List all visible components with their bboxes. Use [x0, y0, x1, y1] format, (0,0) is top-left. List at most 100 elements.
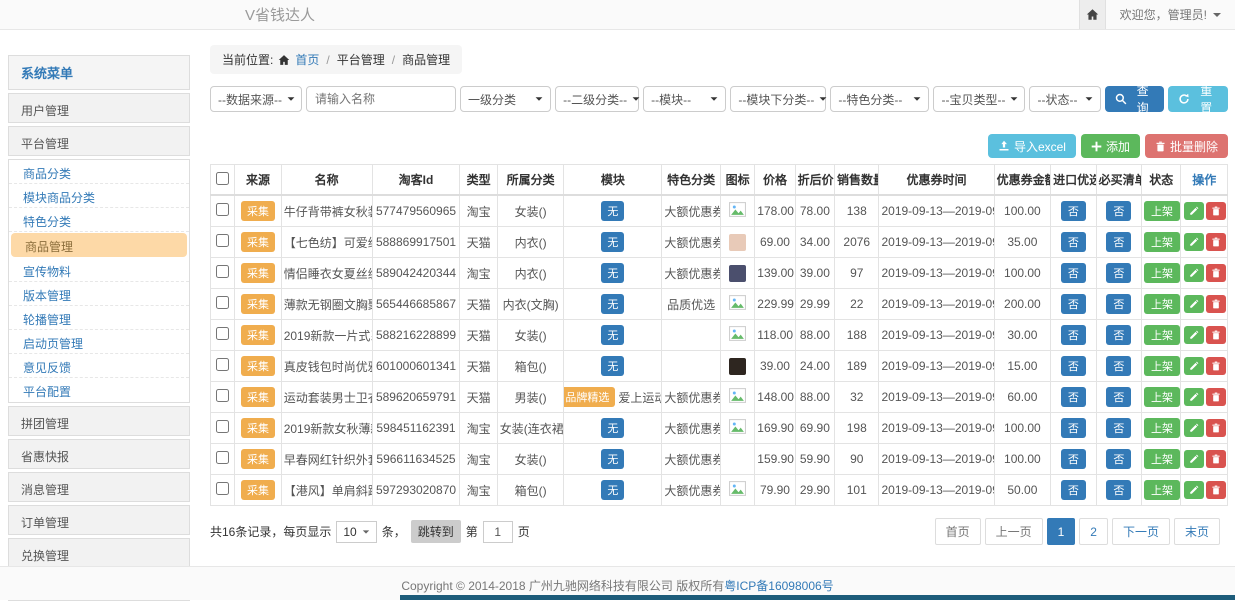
name-input[interactable] — [306, 86, 456, 112]
row-checkbox[interactable] — [216, 482, 229, 495]
sidebar-item-platform-config[interactable]: 平台配置 — [9, 378, 189, 402]
reset-button[interactable]: 重置 — [1168, 86, 1228, 112]
page-2-button[interactable]: 2 — [1079, 518, 1108, 545]
sidebar-item-group-buy-management[interactable]: 拼团管理 — [8, 406, 190, 436]
edit-button[interactable] — [1184, 202, 1204, 220]
row-checkbox[interactable] — [216, 203, 229, 216]
status-toggle[interactable]: 上架 — [1144, 449, 1180, 469]
import-select-toggle[interactable]: 否 — [1061, 449, 1086, 469]
level1-category-select[interactable]: 一级分类 — [460, 86, 551, 112]
module-select[interactable]: --模块-- — [643, 86, 726, 112]
sidebar-item-splash-page-management[interactable]: 启动页管理 — [9, 330, 189, 354]
import-excel-button[interactable]: 导入excel — [988, 134, 1076, 158]
import-select-toggle[interactable]: 否 — [1061, 418, 1086, 438]
search-button[interactable]: 查询 — [1105, 86, 1165, 112]
row-checkbox[interactable] — [216, 389, 229, 402]
edit-button[interactable] — [1184, 450, 1204, 468]
status-toggle[interactable]: 上架 — [1144, 325, 1180, 345]
import-select-toggle[interactable]: 否 — [1061, 294, 1086, 314]
import-select-toggle[interactable]: 否 — [1061, 201, 1086, 221]
edit-button[interactable] — [1184, 233, 1204, 251]
status-toggle[interactable]: 上架 — [1144, 418, 1180, 438]
delete-button[interactable] — [1206, 419, 1226, 437]
row-checkbox[interactable] — [216, 234, 229, 247]
prev-page-button[interactable]: 上一页 — [985, 518, 1043, 545]
edit-button[interactable] — [1184, 326, 1204, 344]
page-1-button[interactable]: 1 — [1047, 518, 1076, 545]
row-checkbox[interactable] — [216, 358, 229, 371]
import-select-toggle[interactable]: 否 — [1061, 325, 1086, 345]
sidebar-item-product-management[interactable]: 商品管理 — [11, 233, 187, 257]
row-checkbox[interactable] — [216, 451, 229, 464]
breadcrumb-home-link[interactable]: 首页 — [295, 51, 319, 68]
must-buy-toggle[interactable]: 否 — [1106, 387, 1131, 407]
sidebar-item-savings-news[interactable]: 省惠快报 — [8, 439, 190, 469]
status-toggle[interactable]: 上架 — [1144, 263, 1180, 283]
delete-button[interactable] — [1206, 202, 1226, 220]
must-buy-toggle[interactable]: 否 — [1106, 263, 1131, 283]
edit-button[interactable] — [1184, 295, 1204, 313]
select-all-checkbox[interactable] — [216, 172, 229, 185]
row-checkbox[interactable] — [216, 265, 229, 278]
next-page-button[interactable]: 下一页 — [1112, 518, 1170, 545]
row-checkbox[interactable] — [216, 327, 229, 340]
first-page-button[interactable]: 首页 — [935, 518, 981, 545]
import-select-toggle[interactable]: 否 — [1061, 387, 1086, 407]
add-button[interactable]: 添加 — [1081, 134, 1140, 158]
delete-button[interactable] — [1206, 264, 1226, 282]
page-number-input[interactable] — [483, 521, 513, 543]
edit-button[interactable] — [1184, 264, 1204, 282]
last-page-button[interactable]: 末页 — [1174, 518, 1220, 545]
delete-button[interactable] — [1206, 481, 1226, 499]
sidebar-item-version-management[interactable]: 版本管理 — [9, 282, 189, 306]
sidebar-item-platform-management[interactable]: 平台管理 — [8, 126, 190, 156]
status-toggle[interactable]: 上架 — [1144, 294, 1180, 314]
must-buy-toggle[interactable]: 否 — [1106, 418, 1131, 438]
sidebar-item-carousel-management[interactable]: 轮播管理 — [9, 306, 189, 330]
delete-button[interactable] — [1206, 326, 1226, 344]
status-toggle[interactable]: 上架 — [1144, 356, 1180, 376]
must-buy-toggle[interactable]: 否 — [1106, 325, 1131, 345]
import-select-toggle[interactable]: 否 — [1061, 263, 1086, 283]
import-select-toggle[interactable]: 否 — [1061, 480, 1086, 500]
sidebar-item-promo-materials[interactable]: 宣传物料 — [9, 258, 189, 282]
delete-button[interactable] — [1206, 357, 1226, 375]
batch-delete-button[interactable]: 批量删除 — [1145, 134, 1228, 158]
status-toggle[interactable]: 上架 — [1144, 480, 1180, 500]
feature-category-select[interactable]: --特色分类-- — [830, 86, 929, 112]
data-source-select[interactable]: --数据来源-- — [210, 86, 302, 112]
must-buy-toggle[interactable]: 否 — [1106, 232, 1131, 252]
delete-button[interactable] — [1206, 233, 1226, 251]
must-buy-toggle[interactable]: 否 — [1106, 480, 1131, 500]
home-button[interactable] — [1079, 0, 1106, 29]
import-select-toggle[interactable]: 否 — [1061, 356, 1086, 376]
item-type-select[interactable]: --宝贝类型-- — [933, 86, 1025, 112]
sidebar-item-user-management[interactable]: 用户管理 — [8, 93, 190, 123]
sidebar-item-order-management[interactable]: 订单管理 — [8, 505, 190, 535]
edit-button[interactable] — [1184, 419, 1204, 437]
edit-button[interactable] — [1184, 357, 1204, 375]
delete-button[interactable] — [1206, 295, 1226, 313]
must-buy-toggle[interactable]: 否 — [1106, 294, 1131, 314]
sidebar-item-message-management[interactable]: 消息管理 — [8, 472, 190, 502]
must-buy-toggle[interactable]: 否 — [1106, 449, 1131, 469]
sidebar-item-product-category[interactable]: 商品分类 — [9, 160, 189, 184]
must-buy-toggle[interactable]: 否 — [1106, 356, 1131, 376]
sidebar-item-feedback[interactable]: 意见反馈 — [9, 354, 189, 378]
must-buy-toggle[interactable]: 否 — [1106, 201, 1131, 221]
status-toggle[interactable]: 上架 — [1144, 387, 1180, 407]
row-checkbox[interactable] — [216, 296, 229, 309]
jump-button[interactable]: 跳转到 — [411, 520, 461, 543]
edit-button[interactable] — [1184, 481, 1204, 499]
sidebar-item-module-product-category[interactable]: 模块商品分类 — [9, 184, 189, 208]
row-checkbox[interactable] — [216, 420, 229, 433]
status-select[interactable]: --状态-- — [1029, 86, 1100, 112]
per-page-select[interactable]: 10 — [336, 521, 376, 543]
delete-button[interactable] — [1206, 388, 1226, 406]
status-toggle[interactable]: 上架 — [1144, 232, 1180, 252]
sidebar-item-feature-category[interactable]: 特色分类 — [9, 208, 189, 232]
user-menu[interactable]: 欢迎您，管理员! — [1106, 6, 1235, 23]
level2-category-select[interactable]: --二级分类-- — [555, 86, 639, 112]
module-subcategory-select[interactable]: --模块下分类-- — [730, 86, 826, 112]
edit-button[interactable] — [1184, 388, 1204, 406]
